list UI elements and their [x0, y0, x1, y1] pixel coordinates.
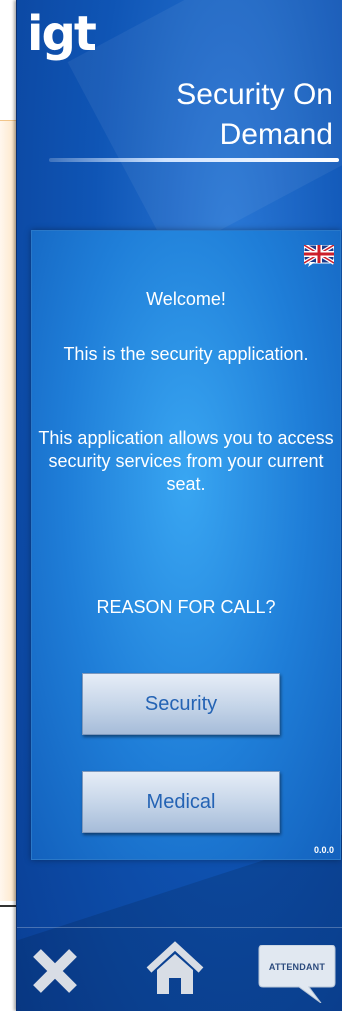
title-underline — [49, 158, 339, 162]
security-panel: igt Security On Demand Welcome! This is … — [16, 0, 342, 1011]
medical-button[interactable]: Medical — [82, 771, 280, 833]
welcome-text: Welcome! — [146, 289, 226, 309]
attendant-bubble-icon[interactable] — [257, 945, 337, 1003]
version-label: 0.0.0 — [313, 845, 334, 855]
footer-divider — [17, 927, 342, 928]
home-icon[interactable] — [145, 940, 205, 998]
description-app: This is the security application. — [63, 344, 309, 364]
attendant-button-label[interactable]: ATTENDANT — [261, 962, 333, 972]
security-button[interactable]: Security — [82, 673, 280, 735]
welcome-card: Welcome! This is the security applicatio… — [31, 230, 341, 860]
reason-for-call-label: REASON FOR CALL? — [96, 597, 276, 617]
igt-logo: igt — [27, 6, 97, 62]
description-services: This application allows you to access se… — [38, 428, 334, 494]
app-title: Security On Demand — [176, 78, 333, 151]
close-icon[interactable] — [29, 945, 81, 997]
uk-flag-icon[interactable] — [304, 245, 334, 267]
